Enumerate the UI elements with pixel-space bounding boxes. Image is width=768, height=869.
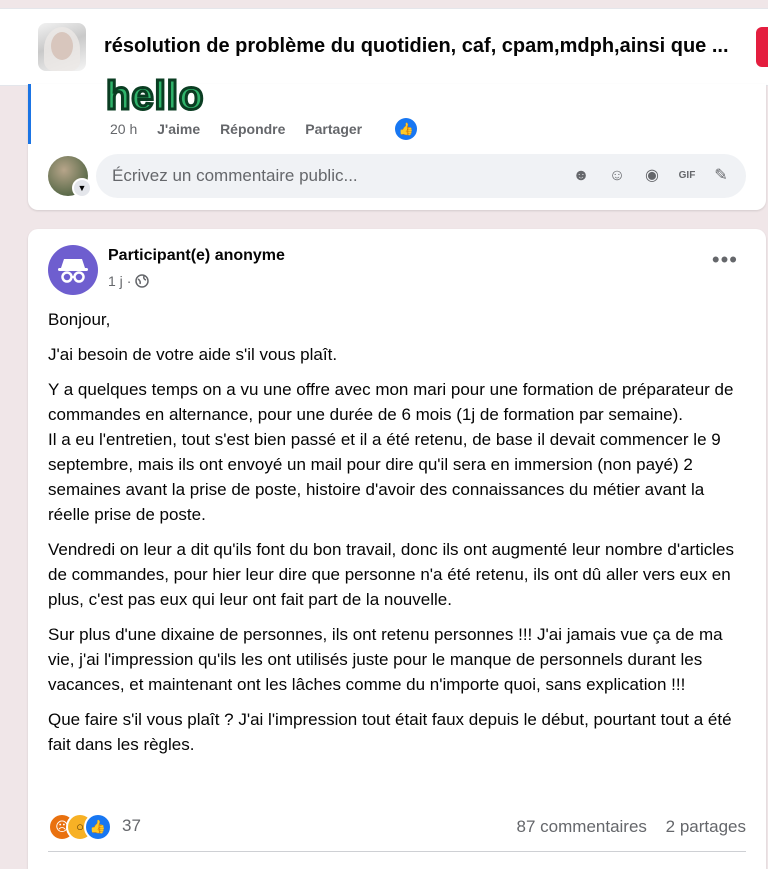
reaction-count[interactable]: 37 [122, 816, 141, 836]
shares-count[interactable]: 2 partages [666, 817, 746, 836]
meta-separator: · [126, 273, 132, 289]
post-time[interactable]: 1 j [108, 273, 123, 289]
chevron-down-icon[interactable]: ▼ [72, 178, 92, 198]
comment-gif[interactable]: hello [106, 74, 204, 114]
post-stats: 87 commentaires 2 partages [503, 817, 746, 837]
divider [48, 851, 746, 852]
globe-icon [135, 274, 149, 288]
post-card: Participant(e) anonyme 1 j · ••• Bonjour… [28, 229, 766, 869]
comment-input[interactable]: Écrivez un commentaire public... ☻ ☺ ◉ G… [96, 154, 746, 198]
post-meta: 1 j · [108, 273, 149, 289]
emoji-icon[interactable]: ☺ [606, 165, 628, 187]
avatar-face-shape [51, 32, 73, 60]
post-paragraph: Bonjour, [48, 310, 111, 329]
incognito-icon [58, 259, 88, 283]
comment-actions: 20 h J'aime Répondre Partager [110, 121, 378, 137]
like-icon[interactable]: 👍 [395, 118, 417, 140]
post-options-icon[interactable]: ••• [712, 249, 738, 271]
comment-time[interactable]: 20 h [110, 121, 137, 137]
comment-input-placeholder: Écrivez un commentaire public... [112, 166, 358, 185]
comment-like-button[interactable]: J'aime [157, 121, 200, 137]
sticker-icon[interactable]: ✎ [710, 165, 732, 187]
post-paragraph: Que faire s'il vous plaît ? J'ai l'impre… [48, 710, 732, 754]
previous-comment-card: hello 20 h J'aime Répondre Partager 👍 ▼ … [28, 74, 766, 210]
comment-share-button[interactable]: Partager [305, 121, 362, 137]
post-paragraph: Y a quelques temps on a vu une offre ave… [48, 380, 734, 524]
post-body: Bonjour, J'ai besoin de votre aide s'il … [48, 307, 748, 767]
comments-count[interactable]: 87 commentaires [517, 817, 647, 836]
post-paragraph: J'ai besoin de votre aide s'il vous plaî… [48, 345, 338, 364]
thread-line [28, 84, 31, 144]
camera-icon[interactable]: ◉ [641, 165, 663, 187]
current-user-avatar[interactable]: ▼ [48, 156, 92, 198]
gif-icon[interactable]: GIF [676, 165, 698, 187]
post-author[interactable]: Participant(e) anonyme [108, 247, 285, 265]
like-icon: 👍 [84, 813, 112, 841]
anonymous-avatar[interactable] [48, 245, 98, 295]
post-paragraph: Vendredi on leur a dit qu'ils font du bo… [48, 540, 734, 609]
post-paragraph: Sur plus d'une dixaine de personnes, ils… [48, 625, 723, 694]
group-title[interactable]: résolution de problème du quotidien, caf… [104, 35, 744, 58]
comment-reply-button[interactable]: Répondre [220, 121, 285, 137]
group-avatar[interactable] [38, 23, 86, 71]
notification-tab[interactable] [756, 27, 768, 67]
avatar-sticker-icon[interactable]: ☻ [570, 165, 592, 187]
